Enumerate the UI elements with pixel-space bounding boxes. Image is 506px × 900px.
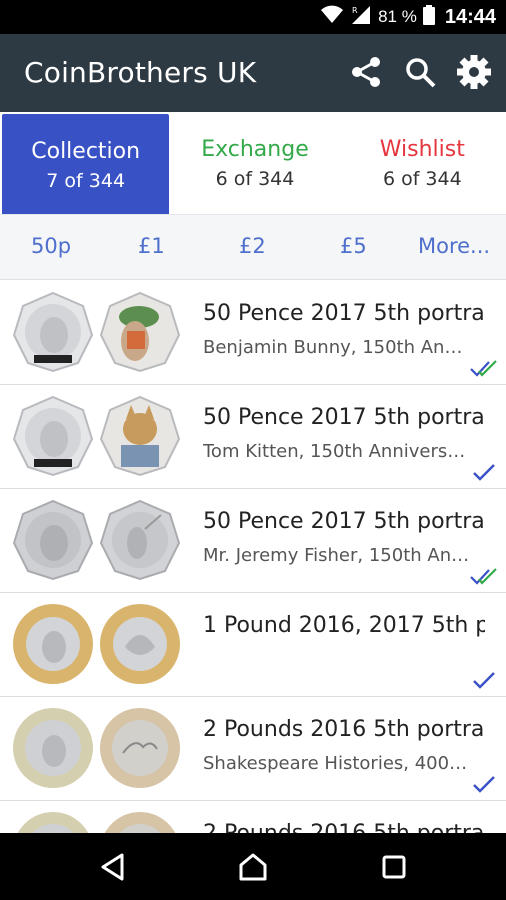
coin-title: 2 Pounds 2016 5th portrait [203, 821, 485, 833]
coin-title: 50 Pence 2017 5th portrait [203, 509, 485, 534]
list-item[interactable]: 50 Pence 2017 5th portrait Tom Kitten, 1… [0, 385, 506, 489]
share-button[interactable] [348, 54, 384, 90]
home-button[interactable] [237, 851, 269, 883]
check-icon [473, 464, 495, 481]
recents-icon [382, 855, 406, 879]
coin-reverse-image [99, 291, 181, 373]
list-item[interactable]: 50 Pence 2017 5th portrait Mr. Jeremy Fi… [0, 489, 506, 593]
coin-title: 2 Pounds 2016 5th portrait [203, 717, 485, 742]
filter-50p[interactable]: 50p [31, 234, 71, 258]
home-icon [239, 853, 267, 881]
coin-subtitle: Benjamin Bunny, 150th Anniversary [203, 337, 473, 358]
filter-2-pounds[interactable]: £2 [239, 234, 266, 258]
double-check-icon [470, 360, 497, 377]
tab-label: Wishlist [379, 136, 465, 162]
tab-wishlist[interactable]: Wishlist 6 of 344 [339, 112, 506, 214]
denomination-filter-bar: 50p £1 £2 £5 More... [0, 214, 506, 280]
coin-list: 50 Pence 2017 5th portrait Benjamin Bunn… [0, 281, 506, 833]
recents-button[interactable] [378, 851, 410, 883]
coin-obverse-image [12, 395, 94, 477]
coin-obverse-image [12, 291, 94, 373]
coin-subtitle: Mr. Jeremy Fisher, 150th Anniversary [203, 545, 473, 566]
tab-collection[interactable]: Collection 7 of 344 [2, 114, 170, 216]
double-check-icon [470, 568, 497, 585]
list-item[interactable]: 50 Pence 2017 5th portrait Benjamin Bunn… [0, 281, 506, 385]
tab-count: 6 of 344 [382, 167, 462, 190]
share-icon [352, 57, 380, 87]
battery-icon [422, 4, 435, 30]
collection-tabs: Collection 7 of 344 Exchange 6 of 344 Wi… [0, 112, 506, 216]
coin-obverse-image [12, 499, 94, 581]
clock: 14:44 [444, 5, 496, 28]
coin-reverse-image [99, 499, 181, 581]
coin-title: 50 Pence 2017 5th portrait [203, 405, 485, 430]
svg-text:R: R [352, 6, 358, 15]
search-button[interactable] [402, 54, 438, 90]
tab-count: 7 of 344 [46, 169, 126, 192]
tab-exchange[interactable]: Exchange 6 of 344 [171, 112, 338, 214]
app-bar: CoinBrothers UK [0, 34, 506, 112]
filter-more[interactable]: More... [418, 234, 490, 258]
check-icon [473, 672, 495, 689]
search-icon [406, 58, 436, 88]
coin-reverse-image [99, 603, 181, 685]
system-navigation-bar [0, 833, 506, 900]
coin-subtitle: Shakespeare Histories, 400th Anniversary [203, 753, 473, 774]
back-button[interactable] [97, 851, 129, 883]
coin-reverse-image [99, 707, 181, 789]
coin-title: 1 Pound 2016, 2017 5th portrait [203, 613, 485, 638]
coin-obverse-image [12, 603, 94, 685]
tab-label: Collection [31, 138, 141, 164]
coin-subtitle: Tom Kitten, 150th Anniversary [203, 441, 473, 462]
filter-1-pound[interactable]: £1 [138, 234, 165, 258]
coin-reverse-image [99, 811, 181, 833]
tab-label: Exchange [201, 136, 309, 162]
app-title: CoinBrothers UK [24, 56, 257, 89]
check-icon [473, 776, 495, 793]
settings-icon [457, 55, 491, 89]
back-icon [101, 853, 124, 881]
battery-percent: 81 % [378, 7, 417, 26]
list-item[interactable]: 2 Pounds 2016 5th portrait Shakespeare H… [0, 697, 506, 801]
coin-reverse-image [99, 395, 181, 477]
coin-obverse-image [12, 707, 94, 789]
filter-5-pounds[interactable]: £5 [340, 234, 367, 258]
list-item[interactable]: 1 Pound 2016, 2017 5th portrait [0, 593, 506, 697]
signal-icon: R [350, 5, 372, 30]
coin-obverse-image [12, 811, 94, 833]
list-item[interactable]: 2 Pounds 2016 5th portrait [0, 801, 506, 833]
coin-title: 50 Pence 2017 5th portrait [203, 301, 485, 326]
settings-button[interactable] [456, 54, 492, 90]
tab-count: 6 of 344 [215, 167, 295, 190]
wifi-icon [320, 5, 344, 30]
status-bar: R 81 % 14:44 [0, 0, 506, 34]
